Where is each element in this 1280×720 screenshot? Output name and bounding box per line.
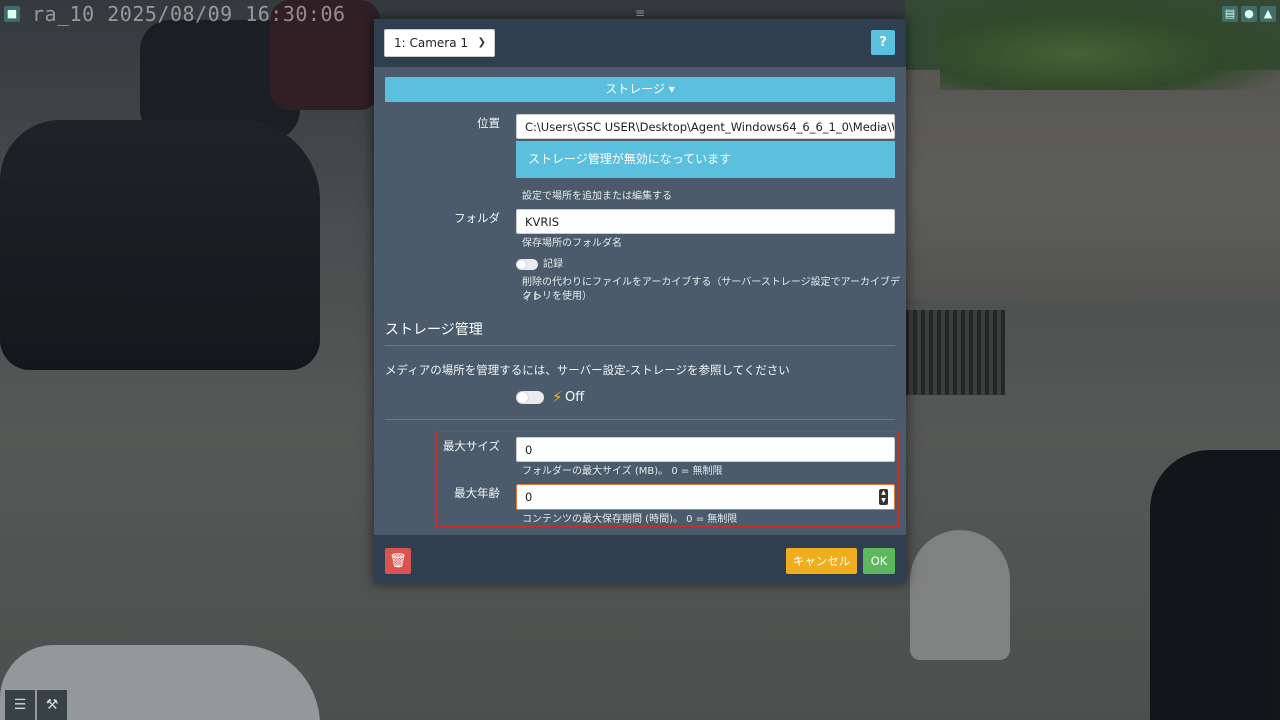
- archive-help-text-line2: クトリを使用）: [522, 291, 592, 302]
- dialog-header: 1: Camera 1 ❯ ?: [374, 19, 906, 67]
- folder-input[interactable]: KVRIS: [516, 209, 895, 234]
- max-age-value: 0: [525, 490, 533, 504]
- location-help-text: 設定で場所を追加または編集する: [522, 191, 672, 202]
- storage-management-description: メディアの場所を管理するには、サーバー設定-ストレージを参照してください: [385, 363, 790, 377]
- storage-section-dropdown[interactable]: ストレージ ▾: [385, 77, 895, 102]
- bell-icon[interactable]: ▲: [1260, 6, 1276, 22]
- dialog-footer: 🗑 キャンセル OK: [374, 535, 906, 583]
- lightning-icon: ⚡: [552, 388, 563, 406]
- max-age-label: 最大年齢: [454, 486, 500, 500]
- help-button[interactable]: ?: [871, 30, 895, 55]
- archive-toggle-label: 記録: [543, 259, 563, 270]
- camera-select-value: 1: Camera 1: [394, 36, 469, 50]
- location-value: C:\Users\GSC USER\Desktop\Agent_Windows6…: [525, 120, 895, 134]
- number-spinner[interactable]: ▲ ▼: [879, 489, 888, 505]
- max-age-input[interactable]: 0 ▲ ▼: [516, 484, 895, 510]
- storage-disabled-notice: ストレージ管理が無効になっています: [516, 141, 895, 178]
- storage-management-title: ストレージ管理: [385, 322, 483, 338]
- delete-button[interactable]: 🗑: [385, 548, 411, 574]
- divider: [385, 419, 895, 420]
- storage-management-state: Off: [565, 390, 585, 405]
- chevron-down-icon: ❯: [477, 37, 487, 48]
- location-label: 位置: [477, 116, 500, 130]
- divider: [385, 345, 895, 346]
- user-icon[interactable]: ●: [1241, 6, 1257, 22]
- max-size-help-text: フォルダーの最大サイズ (MB)。 0 = 無制限: [522, 466, 723, 477]
- osd-timestamp: ra_10 2025/08/09 16:30:06: [32, 2, 346, 26]
- trash-icon: 🗑: [389, 553, 407, 569]
- ok-button[interactable]: OK: [863, 548, 895, 574]
- lock-icon[interactable]: ■: [4, 6, 20, 22]
- storage-settings-dialog: 1: Camera 1 ❯ ? ストレージ ▾ 位置 C:\Users\GSC …: [374, 19, 906, 583]
- archive-toggle[interactable]: [516, 259, 538, 270]
- folder-help-text: 保存場所のフォルダ名: [522, 238, 622, 249]
- camera-select[interactable]: 1: Camera 1 ❯: [384, 29, 496, 57]
- max-size-label: 最大サイズ: [442, 439, 500, 453]
- folder-label: フォルダ: [454, 211, 500, 225]
- chevron-down-icon: ⌵: [879, 122, 886, 132]
- max-size-input[interactable]: 0: [516, 437, 895, 462]
- layout-icon[interactable]: ▤: [1222, 6, 1238, 22]
- location-select[interactable]: C:\Users\GSC USER\Desktop\Agent_Windows6…: [516, 114, 895, 139]
- storage-management-toggle[interactable]: [516, 391, 544, 404]
- max-age-help-text: コンテンツの最大保存期間 (時間)。 0 = 無制限: [522, 514, 738, 525]
- settings-sliders-icon[interactable]: ☰: [5, 690, 35, 720]
- wrench-icon[interactable]: ⚒: [37, 690, 67, 720]
- menu-icon[interactable]: ≡: [635, 6, 645, 20]
- cancel-button[interactable]: キャンセル: [786, 548, 857, 574]
